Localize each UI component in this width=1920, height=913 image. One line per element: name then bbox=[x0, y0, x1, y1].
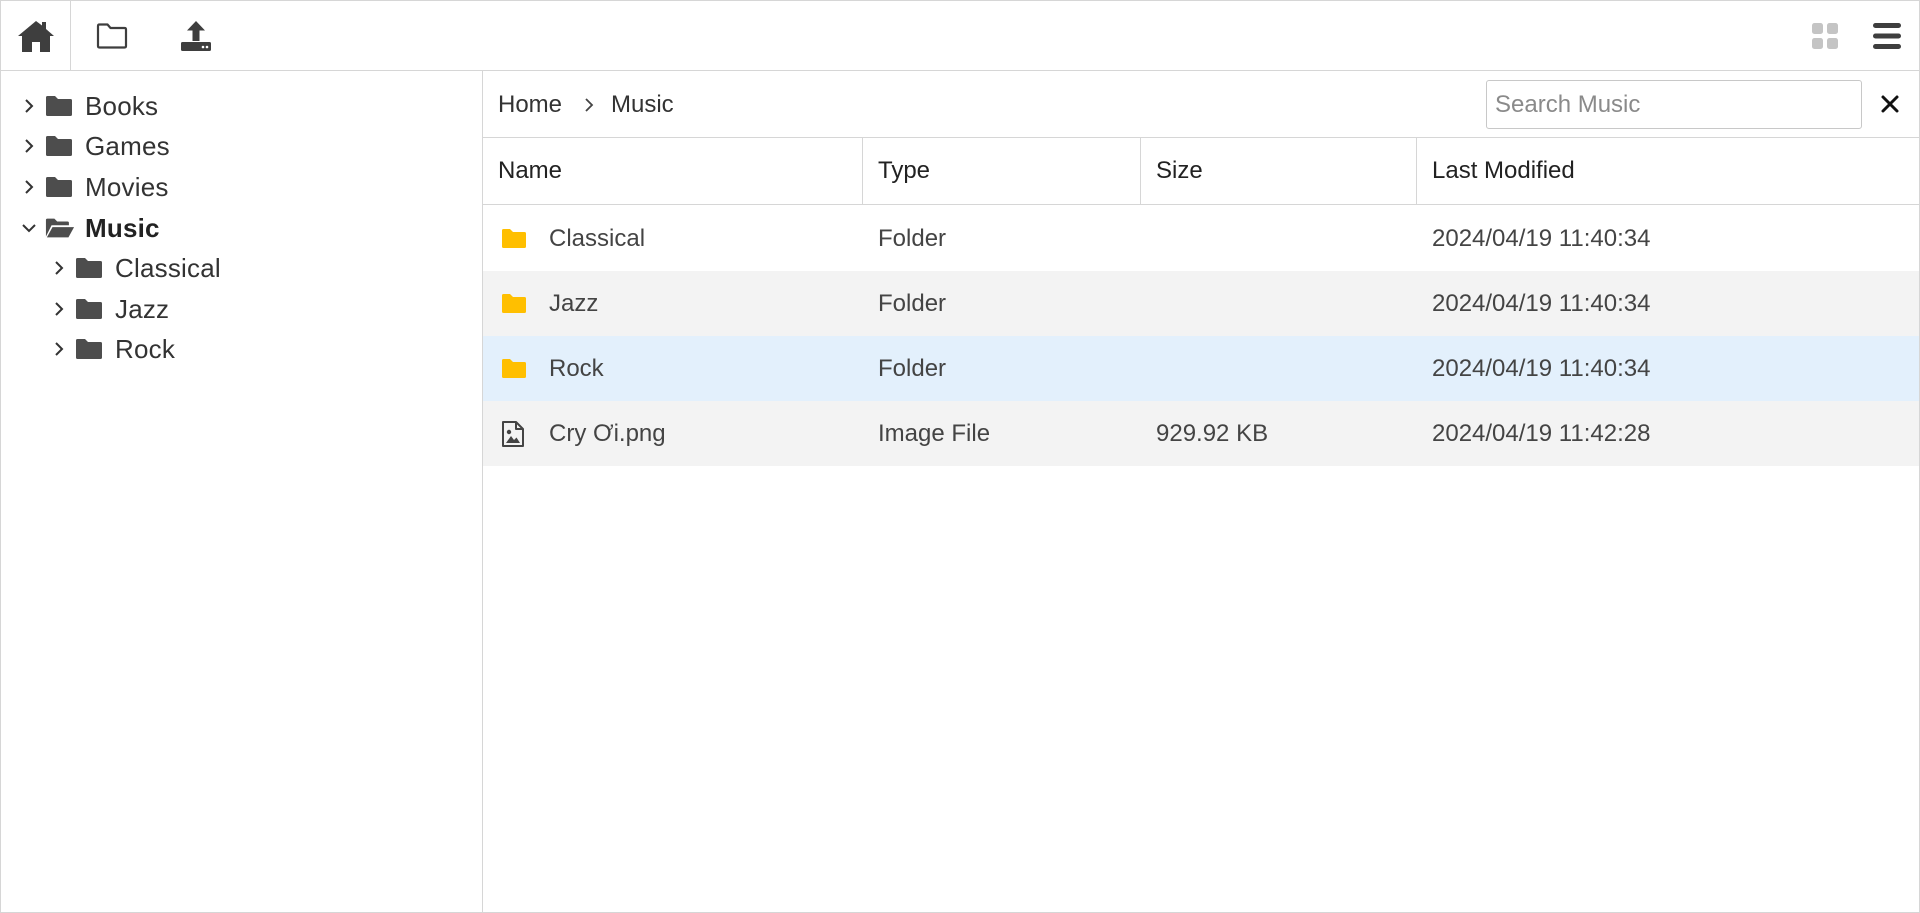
file-type: Folder bbox=[878, 289, 947, 317]
hamburger-menu-icon bbox=[1873, 22, 1901, 49]
table-row[interactable]: Classical Folder 2024/04/19 11:40:34 bbox=[483, 206, 1919, 271]
tree-item-classical[interactable]: Classical bbox=[49, 248, 221, 288]
file-name: Rock bbox=[549, 354, 604, 382]
tree-item-music[interactable]: Music bbox=[19, 208, 160, 248]
column-header-name[interactable]: Name bbox=[483, 138, 863, 204]
breadcrumb-current[interactable]: Music bbox=[611, 71, 674, 138]
tree-item-label: Classical bbox=[115, 252, 221, 283]
tree-item-movies[interactable]: Movies bbox=[19, 167, 169, 207]
new-folder-button[interactable] bbox=[77, 1, 147, 70]
upload-icon bbox=[181, 20, 211, 51]
file-modified: 2024/04/19 11:42:28 bbox=[1432, 419, 1651, 447]
chevron-down-icon[interactable] bbox=[19, 218, 39, 238]
folder-icon bbox=[501, 336, 531, 401]
file-type: Folder bbox=[878, 354, 947, 382]
grid-view-icon bbox=[1812, 22, 1838, 49]
folder-icon bbox=[45, 93, 75, 119]
table-row-selected[interactable]: Rock Folder 2024/04/19 11:40:34 bbox=[483, 336, 1919, 401]
file-size: 929.92 KB bbox=[1156, 419, 1269, 447]
image-file-icon bbox=[501, 401, 531, 466]
tree-item-rock[interactable]: Rock bbox=[49, 329, 175, 369]
folder-icon bbox=[75, 296, 105, 322]
table-row[interactable]: Cry Ơi.png Image File 929.92 KB 2024/04/… bbox=[483, 401, 1919, 466]
folder-icon bbox=[45, 174, 75, 200]
chevron-right-icon[interactable] bbox=[19, 96, 39, 116]
tree-item-books[interactable]: Books bbox=[19, 86, 158, 126]
file-modified: 2024/04/19 11:40:34 bbox=[1432, 289, 1651, 317]
file-type: Folder bbox=[878, 224, 947, 252]
tree-item-jazz[interactable]: Jazz bbox=[49, 289, 169, 329]
file-name: Classical bbox=[549, 224, 646, 252]
table-row[interactable]: Jazz Folder 2024/04/19 11:40:34 bbox=[483, 271, 1919, 336]
chevron-right-icon[interactable] bbox=[19, 136, 39, 156]
search-input[interactable] bbox=[1486, 80, 1862, 129]
chevron-right-icon[interactable] bbox=[19, 177, 39, 197]
file-name: Cry Ơi.png bbox=[549, 419, 666, 447]
file-type: Image File bbox=[878, 419, 991, 447]
grid-view-button[interactable] bbox=[1797, 1, 1853, 70]
folder-icon bbox=[501, 271, 531, 336]
folder-icon bbox=[501, 206, 531, 271]
tree-item-label: Games bbox=[85, 130, 170, 161]
address-bar: Home Music bbox=[483, 71, 1919, 138]
main-content: Home Music Name Type Size Last Modified … bbox=[483, 71, 1919, 912]
chevron-right-icon[interactable] bbox=[49, 339, 69, 359]
folder-outline-icon bbox=[96, 22, 128, 49]
file-name: Jazz bbox=[549, 289, 599, 317]
folder-icon bbox=[75, 255, 105, 281]
folder-icon bbox=[45, 133, 75, 159]
column-header-size[interactable]: Size bbox=[1141, 138, 1417, 204]
tree-item-label: Music bbox=[85, 212, 160, 243]
file-modified: 2024/04/19 11:40:34 bbox=[1432, 224, 1651, 252]
chevron-right-icon[interactable] bbox=[49, 299, 69, 319]
grid-header: Name Type Size Last Modified bbox=[483, 138, 1919, 205]
file-manager: Books Games Movies Music Classical Jazz … bbox=[0, 0, 1920, 913]
chevron-right-icon[interactable] bbox=[49, 258, 69, 278]
column-header-last-modified[interactable]: Last Modified bbox=[1417, 138, 1919, 204]
home-button[interactable] bbox=[1, 1, 71, 70]
folder-tree: Books Games Movies Music Classical Jazz … bbox=[1, 71, 483, 912]
menu-button[interactable] bbox=[1859, 1, 1915, 70]
breadcrumb-home[interactable]: Home bbox=[498, 71, 562, 138]
tree-item-label: Movies bbox=[85, 171, 169, 202]
tree-item-label: Jazz bbox=[115, 293, 170, 324]
breadcrumb-separator-icon bbox=[579, 71, 599, 138]
file-modified: 2024/04/19 11:40:34 bbox=[1432, 354, 1651, 382]
tree-item-games[interactable]: Games bbox=[19, 126, 170, 166]
upload-button[interactable] bbox=[161, 1, 231, 70]
folder-icon bbox=[75, 336, 105, 362]
column-header-type[interactable]: Type bbox=[863, 138, 1141, 204]
tree-item-label: Rock bbox=[115, 333, 176, 364]
folder-open-icon bbox=[45, 215, 75, 241]
toolbar bbox=[1, 1, 1919, 71]
tree-item-label: Books bbox=[85, 90, 159, 121]
home-icon bbox=[17, 20, 54, 52]
close-icon[interactable] bbox=[1875, 89, 1905, 119]
